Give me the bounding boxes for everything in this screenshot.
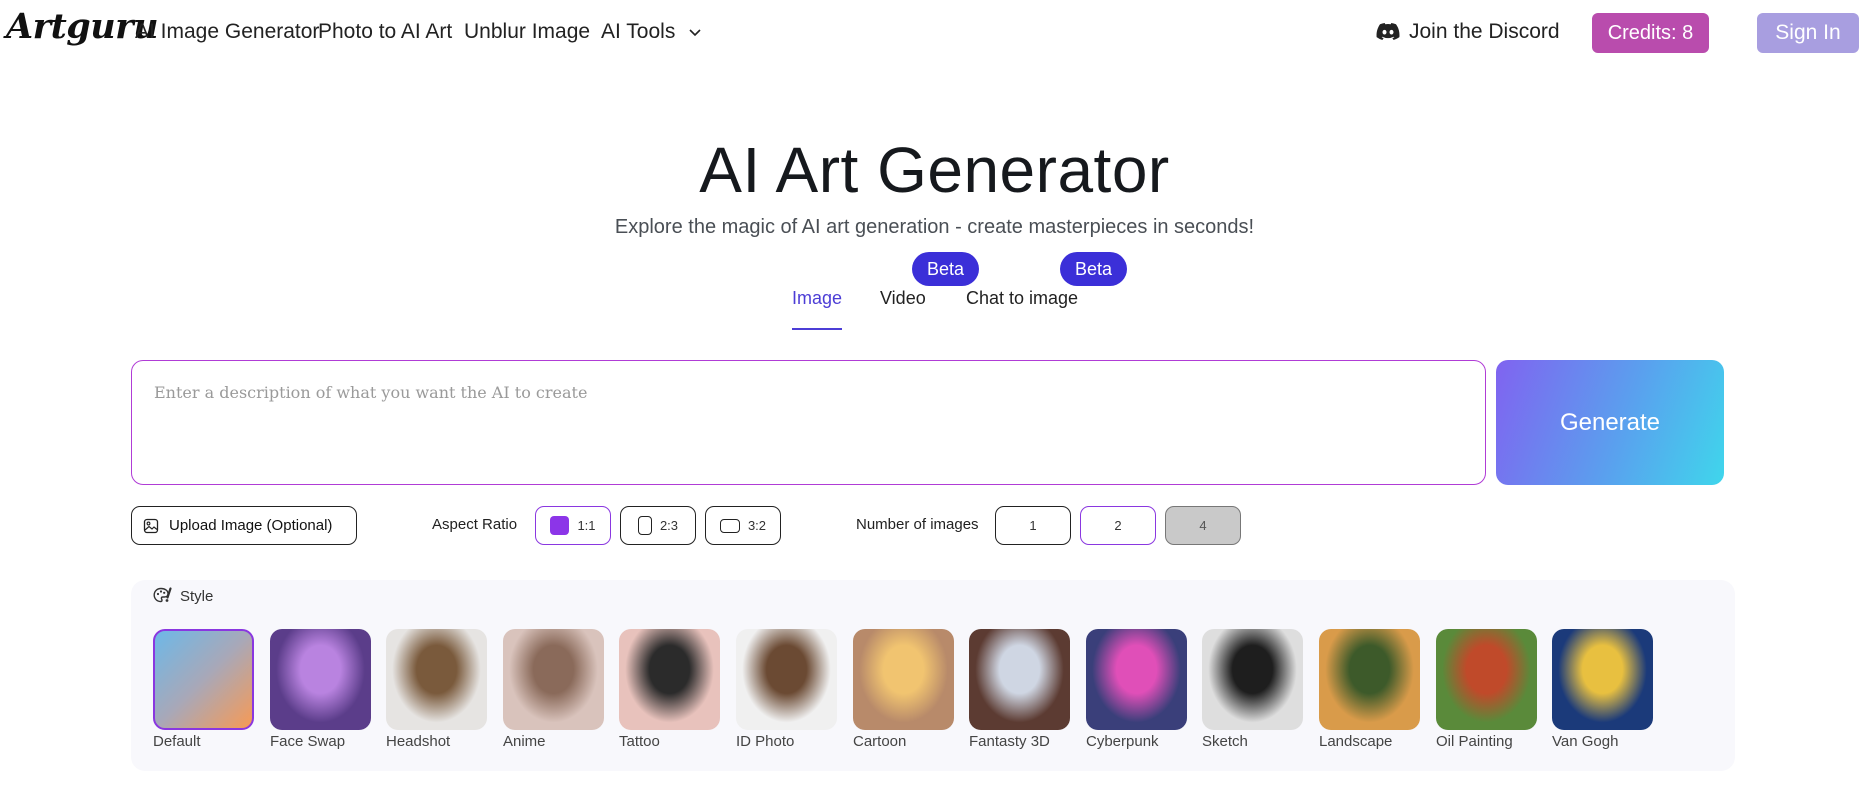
palette-icon xyxy=(153,587,172,603)
tab-video[interactable]: Video xyxy=(880,288,926,309)
discord-label: Join the Discord xyxy=(1409,20,1560,43)
discord-icon xyxy=(1376,23,1400,40)
upload-image-label: Upload Image (Optional) xyxy=(169,517,333,534)
gradient-swatch xyxy=(153,629,254,730)
nav-photo-to-ai-art[interactable]: Photo to AI Art xyxy=(318,20,452,44)
style-option-label: ID Photo xyxy=(736,733,795,750)
count-2-button[interactable]: 2 xyxy=(1080,506,1156,545)
style-option-headshot[interactable]: Headshot xyxy=(386,629,487,750)
starry-night-thumb xyxy=(1552,629,1653,730)
count-4-button: 4 xyxy=(1165,506,1241,545)
prompt-input[interactable] xyxy=(131,360,1486,485)
style-heading: Style xyxy=(153,587,213,605)
style-heading-label: Style xyxy=(180,587,214,605)
style-option-anime[interactable]: Anime xyxy=(503,629,604,750)
style-option-default[interactable]: Default xyxy=(153,629,254,750)
aspect-ratio-label: Aspect Ratio xyxy=(432,516,518,533)
number-of-images-label: Number of images xyxy=(856,516,979,533)
square-ratio-icon xyxy=(550,516,570,535)
style-option-fantasty-3d[interactable]: Fantasty 3D xyxy=(969,629,1070,750)
aspect-1-1-label: 1:1 xyxy=(577,518,596,533)
aspect-1-1-button[interactable]: 1:1 xyxy=(535,506,611,545)
wolf-thumb xyxy=(619,629,720,730)
style-option-label: Default xyxy=(153,733,201,750)
sketch-thumb xyxy=(1202,629,1303,730)
anime-thumb xyxy=(503,629,604,730)
style-option-label: Landscape xyxy=(1319,733,1393,750)
top-navbar: Artguru AI Image Generator Photo to AI A… xyxy=(0,0,1869,66)
page-subtitle: Explore the magic of AI art generation -… xyxy=(614,216,1255,238)
join-discord-link[interactable]: Join the Discord xyxy=(1376,20,1560,44)
face-swap-thumb xyxy=(270,629,371,730)
page-title: AI Art Generator xyxy=(699,134,1170,206)
fantasy-thumb xyxy=(969,629,1070,730)
style-option-oil-painting[interactable]: Oil Painting xyxy=(1436,629,1537,750)
sign-in-button[interactable]: Sign In xyxy=(1757,13,1859,53)
style-option-face-swap[interactable]: Face Swap xyxy=(270,629,371,750)
style-option-id-photo[interactable]: ID Photo xyxy=(736,629,837,750)
style-option-label: Tattoo xyxy=(619,733,660,750)
style-option-label: Oil Painting xyxy=(1436,733,1513,750)
aspect-2-3-button[interactable]: 2:3 xyxy=(620,506,696,545)
count-1-button[interactable]: 1 xyxy=(995,506,1071,545)
landscape-ratio-icon xyxy=(719,518,740,533)
style-option-label: Sketch xyxy=(1202,733,1248,750)
aspect-3-2-label: 3:2 xyxy=(747,518,767,533)
aspect-2-3-label: 2:3 xyxy=(659,518,679,533)
aspect-3-2-button[interactable]: 3:2 xyxy=(705,506,781,545)
style-option-label: Headshot xyxy=(386,733,451,750)
credits-button[interactable]: Credits: 8 xyxy=(1592,13,1709,53)
style-option-label: Face Swap xyxy=(270,733,346,750)
generate-button[interactable]: Generate xyxy=(1496,360,1724,485)
style-option-label: Anime xyxy=(503,733,546,750)
active-tab-indicator xyxy=(792,328,842,330)
style-option-van-gogh[interactable]: Van Gogh xyxy=(1552,629,1653,750)
style-option-label: Cartoon xyxy=(853,733,907,750)
style-option-tattoo[interactable]: Tattoo xyxy=(619,629,720,750)
chevron-down-icon xyxy=(689,29,701,37)
landscape-thumb xyxy=(1319,629,1420,730)
style-option-cyberpunk[interactable]: Cyberpunk xyxy=(1086,629,1187,750)
image-icon xyxy=(143,518,159,533)
nav-ai-tools-dropdown[interactable]: AI Tools xyxy=(601,20,703,44)
oil-painting-thumb xyxy=(1436,629,1537,730)
tab-chat-to-image[interactable]: Chat to image xyxy=(966,288,1078,309)
upload-image-button[interactable]: Upload Image (Optional) xyxy=(131,506,357,545)
style-option-label: Cyberpunk xyxy=(1086,733,1159,750)
nav-ai-tools-label: AI Tools xyxy=(601,20,676,43)
style-option-sketch[interactable]: Sketch xyxy=(1202,629,1303,750)
cartoon-thumb xyxy=(853,629,954,730)
video-beta-badge: Beta xyxy=(912,252,979,286)
chat-beta-badge: Beta xyxy=(1060,252,1127,286)
portrait-thumb xyxy=(386,629,487,730)
style-option-cartoon[interactable]: Cartoon xyxy=(853,629,954,750)
nav-unblur-image[interactable]: Unblur Image xyxy=(464,20,590,44)
portrait-ratio-icon xyxy=(637,516,652,535)
style-option-label: Van Gogh xyxy=(1552,733,1619,750)
id-photo-thumb xyxy=(736,629,837,730)
tab-image[interactable]: Image xyxy=(792,288,842,309)
style-option-label: Fantasty 3D xyxy=(969,733,1050,750)
nav-ai-image-generator[interactable]: AI Image Generator xyxy=(135,20,319,44)
style-option-landscape[interactable]: Landscape xyxy=(1319,629,1420,750)
cyberpunk-thumb xyxy=(1086,629,1187,730)
